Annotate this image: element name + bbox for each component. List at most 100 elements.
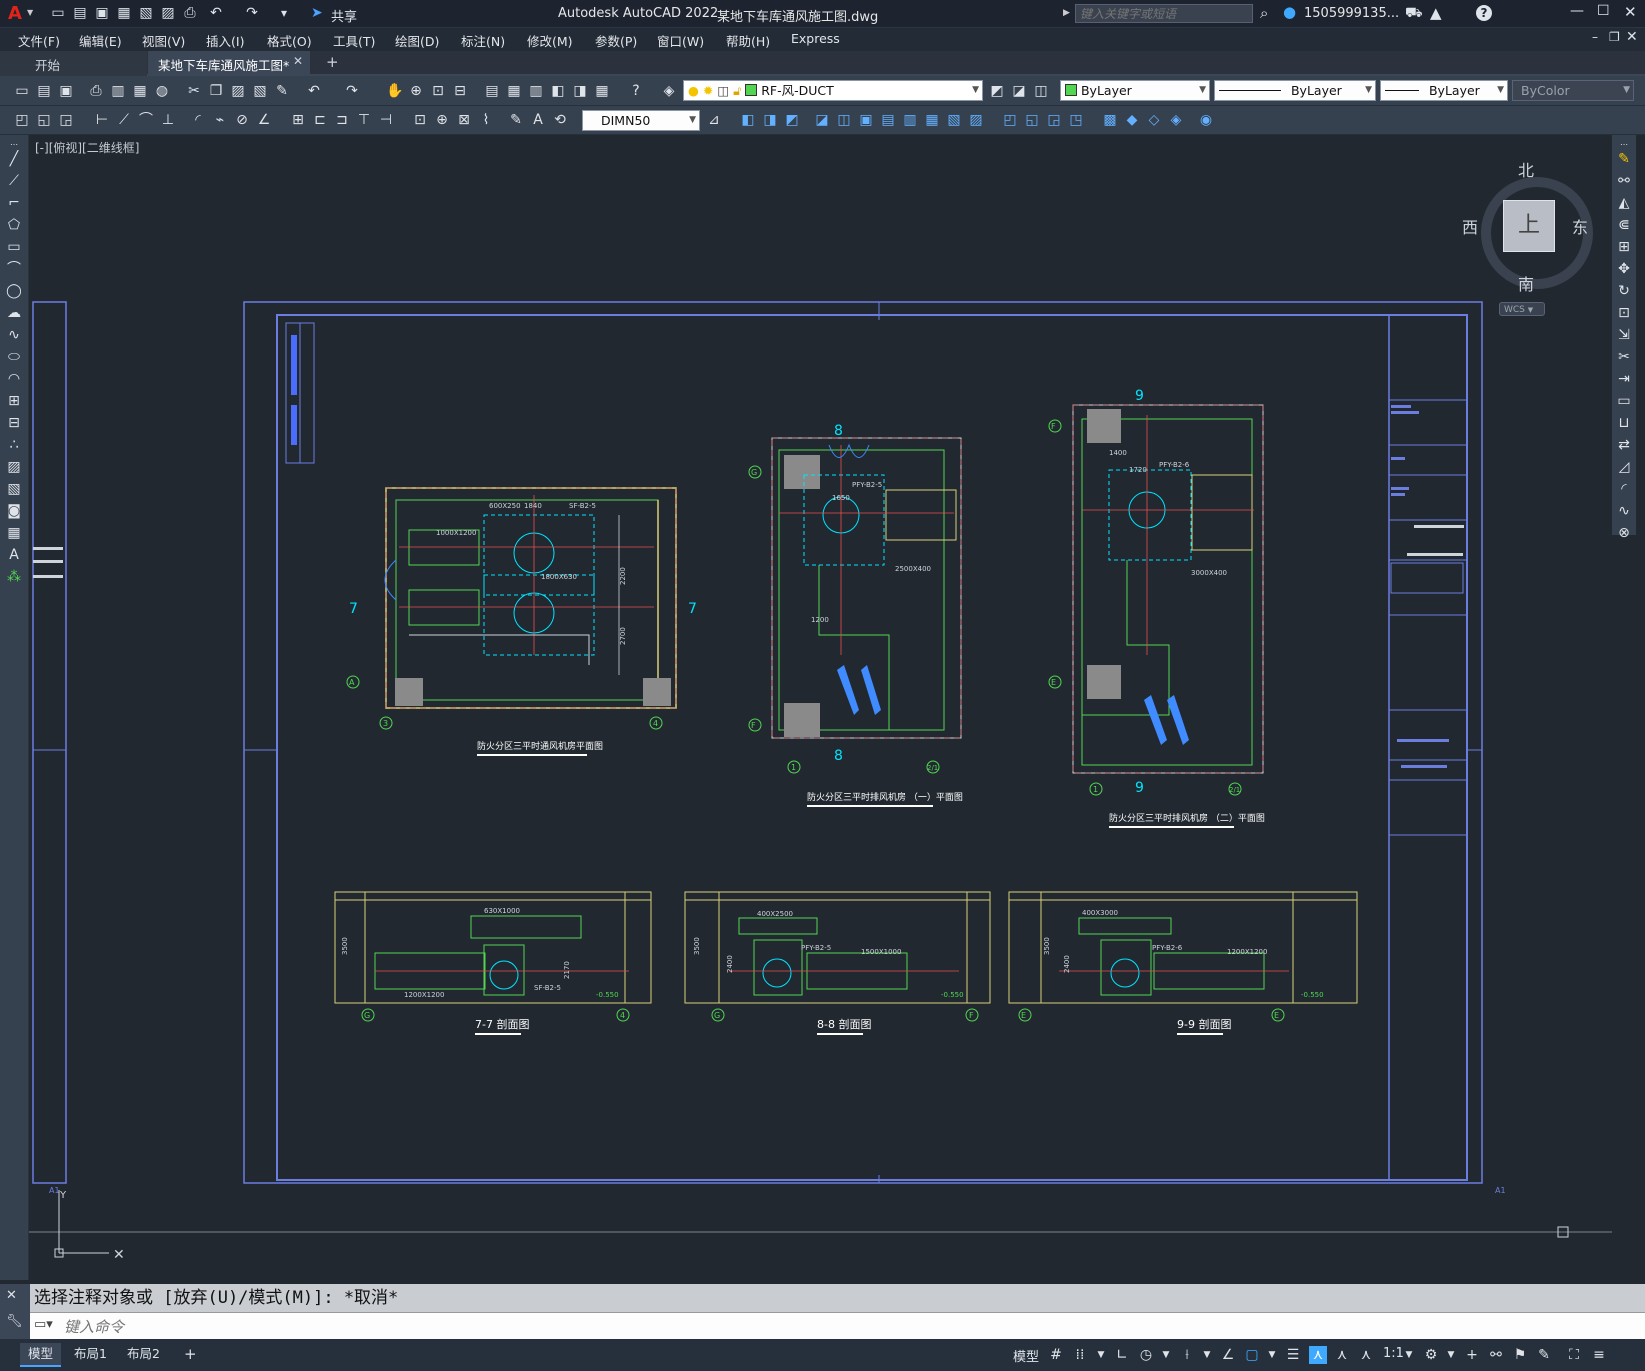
clean-icon[interactable]: ◱ <box>1024 112 1040 128</box>
menu-parametric[interactable]: 参数(P) <box>595 31 637 50</box>
save-icon[interactable]: ▣ <box>94 5 110 21</box>
menu-dimension[interactable]: 标注(N) <box>461 31 505 50</box>
copy-icon[interactable]: ❐ <box>208 83 224 99</box>
infocenter-arrow-icon[interactable]: ▶ <box>1063 8 1070 18</box>
share-button[interactable]: 共享 <box>331 6 357 25</box>
command-input[interactable] <box>62 1315 1626 1338</box>
tab-layout2[interactable]: 布局2 <box>119 1343 168 1365</box>
sheetset-icon[interactable]: ◧ <box>550 83 566 99</box>
stretch-icon[interactable]: ⇲ <box>1616 327 1632 343</box>
snap-icon[interactable]: ⁞⁞ <box>1071 1346 1089 1364</box>
circle-icon[interactable]: ◯ <box>6 283 22 299</box>
baseline-dim-icon[interactable]: ⊏ <box>312 112 328 128</box>
chevron-down-icon[interactable]: ▼ <box>1198 1346 1216 1364</box>
zoom-realtime-icon[interactable]: ⊕ <box>408 83 424 99</box>
separate-icon[interactable]: ◲ <box>1046 112 1062 128</box>
dimstyle-manager-icon[interactable]: ⊿ <box>706 112 722 128</box>
quick-properties-icon[interactable]: ⚑ <box>1511 1346 1529 1364</box>
close-icon[interactable]: ✕ <box>1624 3 1637 21</box>
menu-file[interactable]: 文件(F) <box>18 31 60 50</box>
add-layout-button[interactable]: + <box>176 1343 205 1365</box>
dim-edit-icon[interactable]: ✎ <box>508 112 524 128</box>
mirror-icon[interactable]: ◭ <box>1616 195 1632 211</box>
auto-scale-icon[interactable]: ⋏ <box>1333 1346 1351 1364</box>
point-icon[interactable]: ∴ <box>6 437 22 453</box>
solid-union-icon[interactable]: ◧ <box>740 112 756 128</box>
compass-east[interactable]: 东 <box>1572 214 1588 238</box>
model-space-button[interactable]: 模型 <box>1013 1346 1039 1365</box>
3d-print-icon[interactable]: ◍ <box>154 83 170 99</box>
undo-icon[interactable]: ↶ <box>208 5 224 21</box>
maximize-icon[interactable]: ☐ <box>1597 3 1610 19</box>
inspect-icon[interactable]: ⊠ <box>456 112 472 128</box>
cleanscreen-toggle-icon[interactable]: ✎ <box>1535 1346 1553 1364</box>
break-point-icon[interactable]: ▭ <box>1616 393 1632 409</box>
revision-cloud-icon[interactable]: ☁ <box>6 305 22 321</box>
layer-states-icon[interactable]: ◫ <box>1033 83 1049 99</box>
customization-icon[interactable]: ≡ <box>1590 1346 1608 1364</box>
minimize-icon[interactable]: — <box>1570 3 1584 19</box>
annotation-visibility-icon[interactable]: ⋏ <box>1309 1346 1327 1364</box>
dimstyle-dropdown[interactable]: DIMN50 ▼ <box>582 110 700 131</box>
chevron-down-icon[interactable]: ▼ <box>1157 1346 1175 1364</box>
units-icon[interactable]: ⚯ <box>1487 1346 1505 1364</box>
tab-close-icon[interactable]: ✕ <box>293 54 303 68</box>
open-icon[interactable]: ▤ <box>72 5 88 21</box>
insert-block-icon[interactable]: ⊞ <box>6 393 22 409</box>
redo-icon[interactable]: ↷ <box>244 5 260 21</box>
rotate-icon[interactable]: ↻ <box>1616 283 1632 299</box>
cart-icon[interactable]: ⛟ <box>1405 5 1423 23</box>
markup-icon[interactable]: ◨ <box>572 83 588 99</box>
polyline-icon[interactable]: ⌐ <box>6 195 22 211</box>
gradient-icon[interactable]: ▧ <box>6 481 22 497</box>
explode-icon[interactable]: ⊗ <box>1616 525 1632 541</box>
user-icon[interactable]: ● <box>1283 3 1296 21</box>
qnew-icon[interactable]: ▭ <box>14 83 30 99</box>
copy-face-icon[interactable]: ▧ <box>946 112 962 128</box>
make-block-icon[interactable]: ⊟ <box>6 415 22 431</box>
solid-intersect-icon[interactable]: ◩ <box>784 112 800 128</box>
help-tool-icon[interactable]: ? <box>628 83 644 99</box>
menu-window[interactable]: 窗口(W) <box>657 31 704 50</box>
dim-space-icon[interactable]: ⊤ <box>356 112 372 128</box>
delete-face-icon[interactable]: ▤ <box>880 112 896 128</box>
continue-dim-icon[interactable]: ⊐ <box>334 112 350 128</box>
taper-face-icon[interactable]: ▦ <box>924 112 940 128</box>
menu-draw[interactable]: 绘图(D) <box>395 31 439 50</box>
jogged-linear-icon[interactable]: ⌇ <box>478 112 494 128</box>
erase-icon[interactable]: ✎ <box>1616 151 1632 167</box>
hatch-icon[interactable]: ▨ <box>6 459 22 475</box>
join-icon[interactable]: ⇄ <box>1616 437 1632 453</box>
mtext-icon[interactable]: A <box>6 547 22 563</box>
xref-icon[interactable]: ◱ <box>36 112 52 128</box>
cut-icon[interactable]: ✂ <box>186 83 202 99</box>
rectangle-icon[interactable]: ▭ <box>6 239 22 255</box>
copy-obj-icon[interactable]: ⚯ <box>1616 173 1632 189</box>
make-current-icon[interactable]: ◩ <box>989 83 1005 99</box>
diameter-dim-icon[interactable]: ⊘ <box>234 112 250 128</box>
move-icon[interactable]: ✥ <box>1616 261 1632 277</box>
radius-dim-icon[interactable]: ◜ <box>190 112 206 128</box>
wcs-menu[interactable]: WCS ▼ <box>1499 302 1545 316</box>
solid-subtract-icon[interactable]: ◨ <box>762 112 778 128</box>
menu-tools[interactable]: 工具(T) <box>333 31 375 50</box>
menu-help[interactable]: 帮助(H) <box>726 31 770 50</box>
break-icon[interactable]: ⊔ <box>1616 415 1632 431</box>
paste-icon[interactable]: ▨ <box>230 83 246 99</box>
lineweight-dropdown[interactable]: ByLayer ▼ <box>1380 80 1508 101</box>
compass-west[interactable]: 西 <box>1462 214 1478 238</box>
compass-north[interactable]: 北 <box>1518 157 1534 181</box>
dim-update-icon[interactable]: ⟲ <box>552 112 568 128</box>
help-icon[interactable]: ? <box>1476 5 1492 21</box>
extrude-face-icon[interactable]: ◪ <box>814 112 830 128</box>
layer-iso-icon[interactable]: ◲ <box>58 112 74 128</box>
brush-icon[interactable]: ✎ <box>274 83 290 99</box>
web-open-icon[interactable]: ▧ <box>138 5 154 21</box>
isodraft-icon[interactable]: ∠ <box>1219 1346 1237 1364</box>
pan-icon[interactable]: ✋ <box>386 83 403 99</box>
search-input[interactable] <box>1075 4 1253 23</box>
undo-tool-icon[interactable]: ↶ <box>306 83 322 99</box>
doc-close-icon[interactable]: ✕ <box>1626 29 1638 45</box>
interfere-icon[interactable]: ◈ <box>1168 112 1184 128</box>
plus-icon[interactable]: + <box>1463 1346 1481 1364</box>
